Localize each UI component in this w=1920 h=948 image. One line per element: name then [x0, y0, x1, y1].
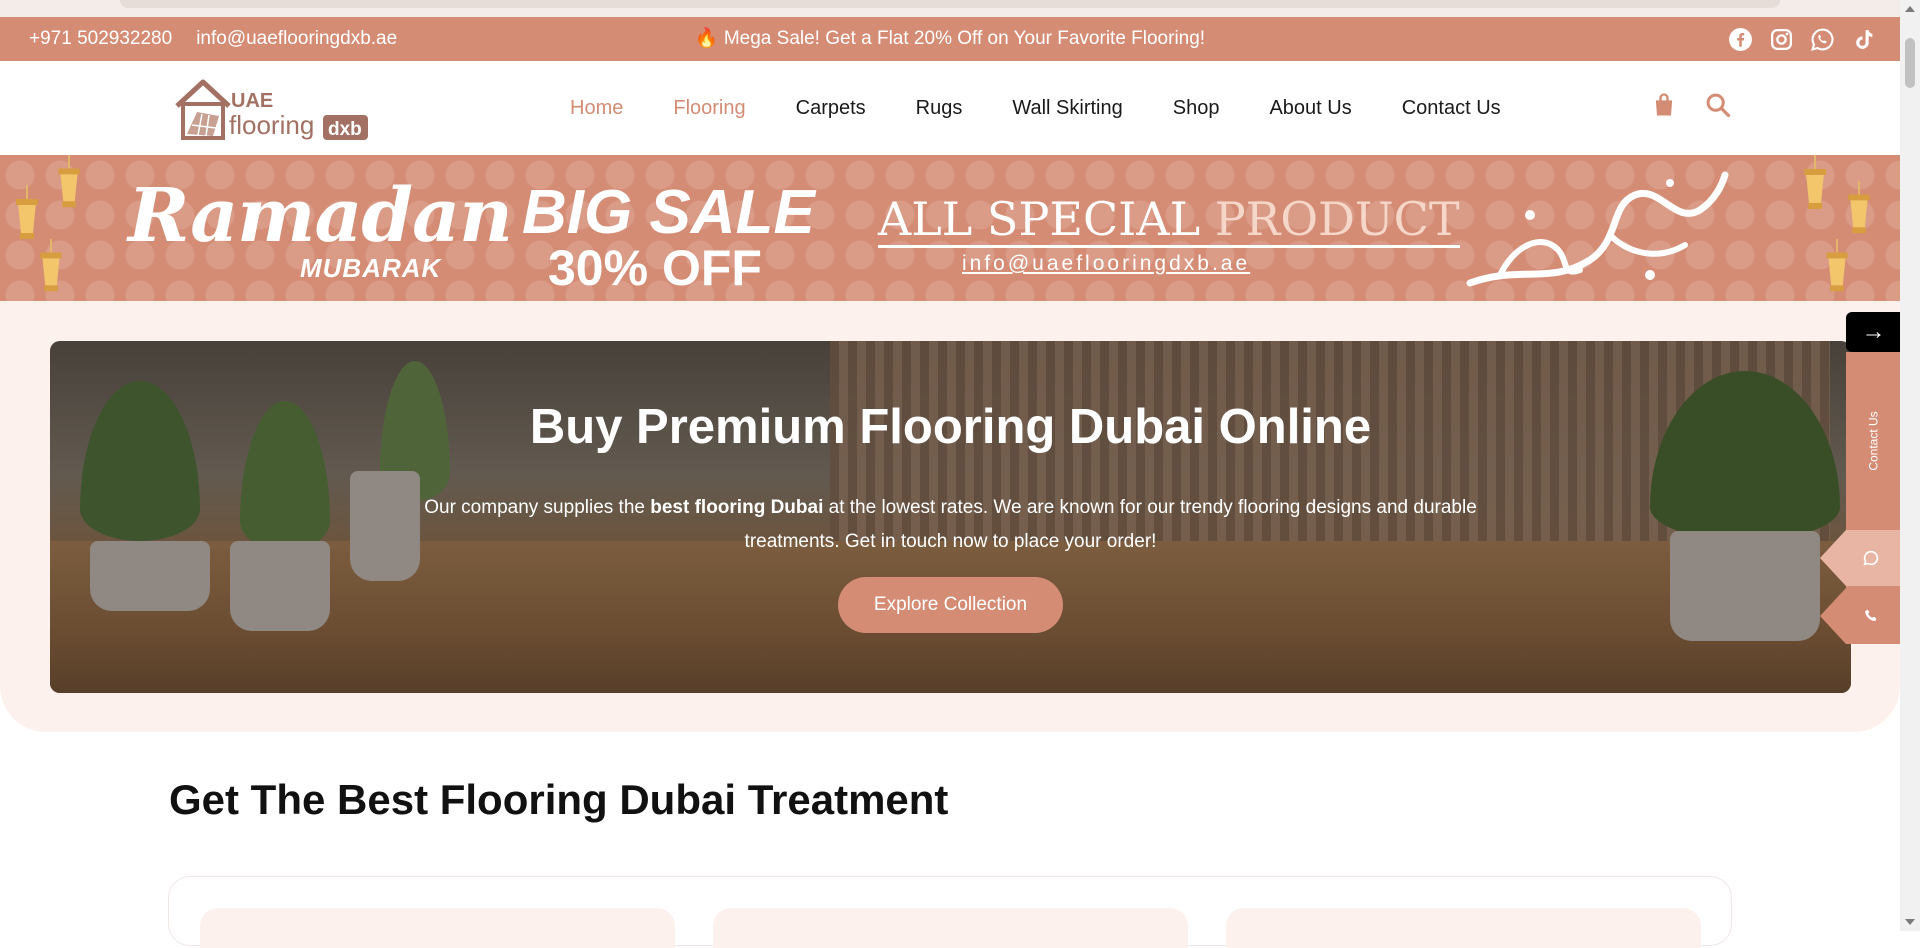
nav-contact-us[interactable]: Contact Us	[1377, 97, 1526, 120]
big-sale-text: BIG SALE	[522, 178, 815, 247]
hero-text-1: Our company supplies the	[424, 497, 651, 518]
page-scrollbar[interactable]	[1900, 0, 1920, 931]
scrollbar-thumb[interactable]	[1905, 38, 1915, 88]
hero-banner: Buy Premium Flooring Dubai Online Our co…	[50, 341, 1851, 693]
facebook-icon[interactable]	[1728, 27, 1753, 52]
ramadan-title: Ramadan	[128, 173, 513, 259]
special-product-heading: ALL SPECIAL PRODUCT	[878, 193, 1460, 248]
side-toggle-arrow[interactable]: →	[1846, 312, 1901, 352]
feature-card[interactable]	[200, 908, 675, 948]
nav-about-us[interactable]: About Us	[1244, 97, 1376, 120]
search-icon[interactable]	[1704, 91, 1732, 119]
banner-email: info@uaeflooringdxb.ae	[962, 252, 1251, 275]
special-product-text-a: ALL SPECIAL	[878, 192, 1215, 246]
whatsapp-icon[interactable]	[1810, 27, 1835, 52]
lantern-icon	[40, 239, 62, 292]
topbar-phone[interactable]: +971 502932280	[29, 28, 172, 50]
ramadan-banner[interactable]: Ramadan MUBARAK BIG SALE 30% OFF ALL SPE…	[0, 155, 1900, 301]
nav-shop[interactable]: Shop	[1148, 97, 1245, 120]
tiktok-icon[interactable]	[1851, 27, 1876, 52]
nav-carpets[interactable]: Carpets	[771, 97, 891, 120]
discount-text: 30% OFF	[548, 240, 762, 296]
nav-home[interactable]: Home	[545, 97, 648, 120]
promo-text: 🔥 Mega Sale! Get a Flat 20% Off on Your …	[694, 28, 1206, 49]
topbar-email[interactable]: info@uaeflooringdxb.ae	[196, 28, 397, 50]
side-contact-button[interactable]: Contact Us	[1846, 352, 1901, 530]
nav-rugs[interactable]: Rugs	[891, 97, 988, 120]
hero-title: Buy Premium Flooring Dubai Online	[529, 400, 1372, 454]
explore-collection-button[interactable]: Explore Collection	[838, 577, 1063, 633]
hero-text-2: at the lowest rates. We are known for ou…	[744, 497, 1477, 552]
browser-top-strip	[0, 0, 1900, 17]
site-header: UAE flooring dxb Home Flooring Carpets R…	[0, 61, 1900, 155]
cart-icon[interactable]	[1650, 91, 1678, 119]
feature-card[interactable]	[1226, 908, 1701, 948]
whatsapp-icon	[1863, 550, 1879, 566]
nav-wall-skirting[interactable]: Wall Skirting	[987, 97, 1147, 120]
scroll-down-arrow[interactable]	[1905, 919, 1915, 925]
special-product-text-b: PRODUCT	[1214, 192, 1460, 246]
lantern-icon	[58, 155, 80, 208]
hero-description: Our company supplies the best flooring D…	[400, 491, 1501, 559]
logo-main-text: flooring	[229, 110, 314, 140]
lantern-icon	[1848, 181, 1870, 234]
instagram-icon[interactable]	[1769, 27, 1794, 52]
phone-icon	[1865, 609, 1877, 621]
header-actions	[1650, 91, 1732, 119]
nav-flooring[interactable]: Flooring	[648, 97, 770, 120]
side-contact-label: Contact Us	[1866, 411, 1881, 471]
logo-badge-text: dxb	[328, 119, 362, 140]
arabic-calligraphy	[1466, 171, 1729, 287]
social-links	[1728, 17, 1876, 61]
hero-text-bold: best flooring Dubai	[650, 497, 824, 518]
section-title: Get The Best Flooring Dubai Treatment	[169, 776, 949, 823]
scroll-up-arrow[interactable]	[1905, 6, 1915, 12]
announcement-bar: +971 502932280 info@uaeflooringdxb.ae 🔥 …	[0, 17, 1900, 61]
lantern-icon	[16, 185, 38, 239]
topbar-contact: +971 502932280 info@uaeflooringdxb.ae	[29, 17, 397, 61]
feature-card[interactable]	[713, 908, 1188, 948]
logo-top-text: UAE	[231, 90, 273, 112]
site-logo[interactable]: UAE flooring dxb	[173, 76, 368, 142]
main-nav: Home Flooring Carpets Rugs Wall Skirting…	[545, 61, 1526, 155]
ramadan-subtitle: MUBARAK	[300, 253, 442, 283]
lantern-icon	[1804, 155, 1826, 209]
lantern-icon	[1826, 239, 1848, 292]
